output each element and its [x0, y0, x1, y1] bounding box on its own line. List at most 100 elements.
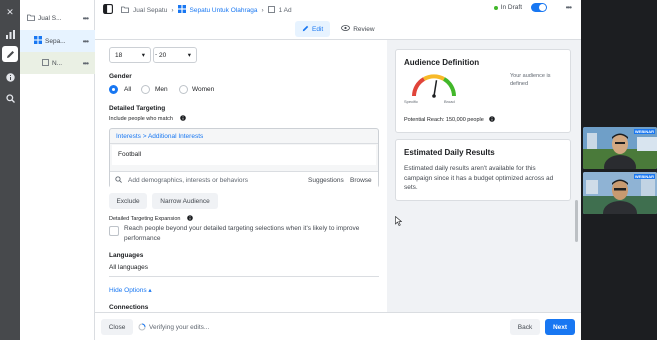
potential-reach: Potential Reach: 150,000 people	[404, 117, 484, 123]
tab-edit[interactable]: Edit	[295, 21, 331, 37]
tree-item-label: N...	[52, 59, 63, 67]
expansion-checkbox[interactable]	[109, 226, 119, 236]
age-max-select[interactable]: 20 ▾	[153, 47, 197, 63]
breadcrumb: Jual Sepatu › Sepatu Untuk Olahraga › 1 …	[121, 4, 292, 16]
info-icon[interactable]	[2, 69, 18, 85]
interest-chip-label: Football	[118, 151, 142, 158]
interest-chip: Football	[112, 145, 376, 165]
status-dot	[493, 5, 498, 10]
gender-women-label: Women	[192, 86, 215, 93]
audience-title: Audience Definition	[404, 58, 480, 67]
connections-title: Connections	[109, 304, 149, 311]
narrow-audience-button[interactable]: Narrow Audience	[152, 193, 218, 209]
tab-review[interactable]: Review	[334, 21, 381, 37]
spinner-icon	[138, 323, 146, 333]
search-icon	[115, 176, 122, 185]
draft-status: In Draft	[493, 3, 547, 12]
targeting-subtitle: Include people who match	[109, 116, 173, 122]
close-button[interactable]: Close	[101, 319, 133, 335]
results-card: Estimated Daily Results Estimated daily …	[395, 139, 571, 201]
ad-icon	[267, 5, 275, 15]
tool-rail: ✕	[0, 0, 20, 340]
gender-all-radio[interactable]	[109, 85, 118, 94]
info-icon[interactable]	[489, 116, 495, 124]
tab-label: Edit	[312, 25, 324, 33]
webinar-badge: WEBINAR	[633, 129, 655, 134]
eye-icon	[341, 25, 351, 33]
audience-note: Your audience is defined	[510, 73, 551, 87]
tree-item-label: Sepa...	[45, 37, 66, 45]
pencil-icon	[302, 25, 309, 34]
pencil-icon[interactable]	[2, 46, 18, 62]
ad-icon	[42, 58, 49, 68]
more-icon[interactable]: •••	[83, 59, 89, 68]
video-tile: WEBINAR	[583, 127, 657, 169]
divider	[109, 276, 379, 277]
exclude-button[interactable]: Exclude	[109, 193, 147, 209]
folder-icon	[121, 6, 129, 15]
chevron-right-icon: ›	[261, 6, 264, 14]
info-icon[interactable]	[180, 115, 186, 123]
age-max-value: 20	[159, 51, 167, 59]
folder-icon	[27, 14, 35, 23]
more-icon[interactable]: •••	[83, 37, 89, 46]
gender-women-radio[interactable]	[179, 85, 188, 94]
gender-title: Gender	[109, 73, 132, 80]
edit-form: 18 ▾ - 20 ▾ Gender All Men Women Detaile…	[95, 40, 387, 312]
sidebar-toggle-icon[interactable]	[103, 4, 115, 16]
webinar-badge: WEBINAR	[633, 174, 655, 179]
breadcrumb-ad[interactable]: 1 Ad	[279, 7, 292, 14]
tree-item-campaign[interactable]: Jual S... •••	[20, 7, 95, 29]
caret-down-icon: ▾	[141, 52, 145, 59]
bottom-bar: Close Verifying your edits... Back Next	[95, 312, 581, 340]
tree-item-label: Jual S...	[38, 14, 62, 22]
close-icon[interactable]: ✕	[2, 4, 18, 20]
breadcrumb-campaign[interactable]: Jual Sepatu	[133, 7, 167, 14]
gender-men-label: Men	[155, 86, 168, 93]
chart-icon[interactable]	[2, 26, 18, 42]
audience-gauge	[412, 74, 456, 98]
tab-bar: Edit Review	[295, 20, 382, 38]
age-min-select[interactable]: 18 ▾	[109, 47, 151, 63]
video-tile: WEBINAR	[583, 172, 657, 214]
browse-link[interactable]: Browse	[350, 177, 372, 184]
next-button[interactable]: Next	[545, 319, 575, 335]
campaign-tree: Jual S... ••• Sepa... ••• N... •••	[20, 0, 95, 340]
back-button[interactable]: Back	[510, 319, 540, 335]
verifying-text: Verifying your edits...	[149, 324, 210, 331]
tree-item-ad[interactable]: N... •••	[20, 52, 95, 74]
suggestions-link[interactable]: Suggestions	[308, 177, 344, 184]
languages-title: Languages	[109, 252, 144, 259]
gender-men-radio[interactable]	[141, 85, 150, 94]
results-title: Estimated Daily Results	[404, 148, 495, 157]
audience-card: Audience Definition Specific Broad Your …	[395, 49, 571, 133]
info-icon[interactable]	[187, 215, 193, 223]
targeting-path[interactable]: Interests > Additional Interests	[116, 133, 203, 140]
more-icon[interactable]: •••	[566, 3, 572, 12]
targeting-search[interactable]: Add demographics, interests or behaviors…	[110, 171, 378, 188]
age-min-value: 18	[115, 51, 123, 59]
chevron-right-icon: ›	[171, 6, 174, 14]
targeting-title: Detailed Targeting	[109, 105, 166, 112]
adset-grid-icon	[34, 36, 42, 46]
tab-label: Review	[353, 25, 375, 33]
breadcrumb-adset[interactable]: Sepatu Untuk Olahraga	[190, 7, 258, 14]
languages-value[interactable]: All languages	[109, 264, 148, 271]
expansion-title: Detailed Targeting Expansion	[109, 216, 181, 222]
preview-scrollbar[interactable]	[575, 200, 578, 242]
targeting-box: Interests > Additional Interests Footbal…	[109, 128, 379, 188]
tree-item-adset[interactable]: Sepa... •••	[20, 30, 95, 52]
adset-grid-icon	[177, 5, 186, 15]
draft-toggle[interactable]	[531, 3, 547, 12]
preview-panel: Audience Definition Specific Broad Your …	[387, 40, 581, 312]
search-icon[interactable]	[2, 90, 18, 106]
gender-all-label: All	[124, 86, 132, 93]
hide-options-label: Hide Options	[109, 287, 147, 294]
more-icon[interactable]: •••	[83, 14, 89, 23]
caret-down-icon: ▾	[187, 52, 191, 59]
caret-up-icon: ▴	[148, 287, 152, 294]
video-area: WEBINAR WEBINAR	[581, 0, 657, 340]
gauge-specific-label: Specific	[404, 99, 419, 104]
hide-options-link[interactable]: Hide Options ▴	[109, 286, 152, 294]
mouse-cursor	[395, 215, 403, 228]
